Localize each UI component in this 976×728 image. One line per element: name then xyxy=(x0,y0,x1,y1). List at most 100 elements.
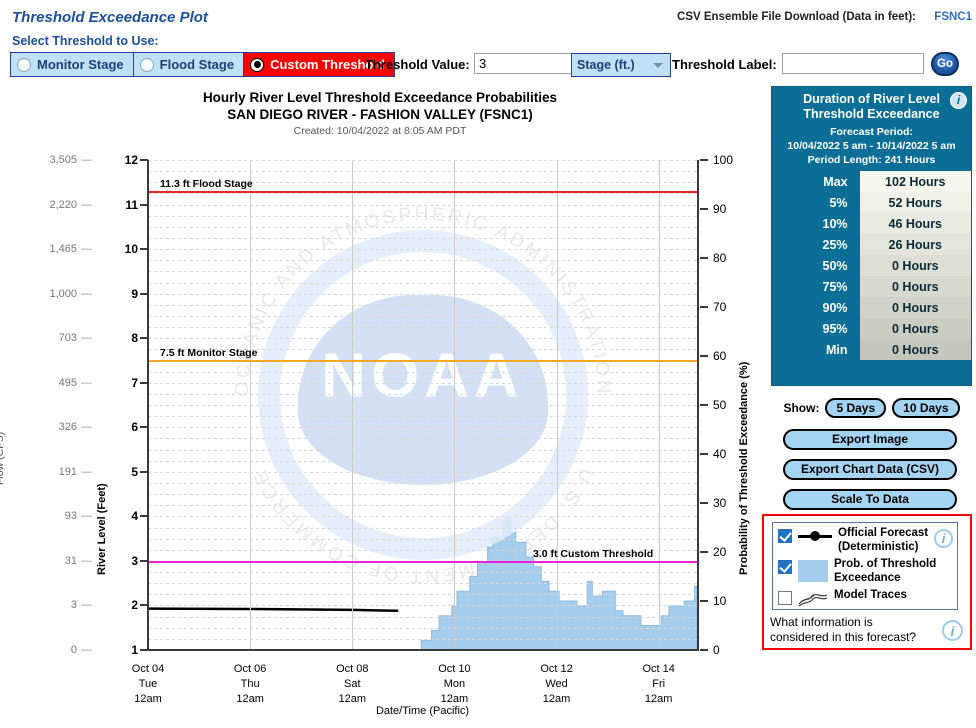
x-tick-time: 12am xyxy=(644,693,673,705)
export-image-button[interactable]: Export Image xyxy=(783,429,957,450)
unit-select[interactable]: Stage (ft.) xyxy=(571,53,671,77)
csv-download-link[interactable]: FSNC1 xyxy=(934,11,972,23)
duration-row: 75% 0 Hours xyxy=(772,276,971,297)
go-button[interactable]: Go xyxy=(931,52,959,76)
x-tick-time: 12am xyxy=(236,693,264,705)
gridline-horizontal xyxy=(148,371,697,373)
probability-tick-20: 20 xyxy=(713,545,727,559)
flow-tick-93: 93— xyxy=(64,510,92,523)
threshold-label-flood-stage: 11.3 ft Flood Stage xyxy=(160,178,253,191)
river-level-tick-4: 4 xyxy=(131,509,138,524)
duration-row-key: 95% xyxy=(822,321,848,336)
flow-tick-31: 31— xyxy=(64,554,92,567)
flow-tick-2,220: 2,220— xyxy=(49,198,92,211)
tick-mark xyxy=(700,306,708,308)
forecast-info-question[interactable]: What information is considered in this f… xyxy=(770,615,930,645)
tick-mark xyxy=(700,159,708,161)
show-5-days-button[interactable]: 5 Days xyxy=(825,398,887,418)
export-chart-data-button[interactable]: Export Chart Data (CSV) xyxy=(783,459,957,480)
info-icon[interactable]: i xyxy=(942,620,963,641)
gridline-horizontal xyxy=(148,471,697,473)
info-icon[interactable]: i xyxy=(934,529,953,548)
flow-tick-703: 703— xyxy=(58,332,92,345)
probability-tick-60: 60 xyxy=(713,349,727,363)
probability-tick-40: 40 xyxy=(713,447,727,461)
gridline-horizontal xyxy=(148,516,697,518)
gridline-horizontal xyxy=(148,282,697,284)
gridline-horizontal xyxy=(148,449,697,451)
duration-row: 90% 0 Hours xyxy=(772,297,971,318)
radio-monitor-stage[interactable]: Monitor Stage xyxy=(10,52,134,77)
gridline-horizontal xyxy=(148,605,697,607)
gridline-horizontal xyxy=(148,382,697,384)
threshold-label-custom-threshold: 3.0 ft Custom Threshold xyxy=(533,547,654,560)
radio-flood-stage[interactable]: Flood Stage xyxy=(133,52,245,77)
gridline-horizontal xyxy=(148,627,697,629)
show-10-days-button[interactable]: 10 Days xyxy=(892,398,960,418)
chart-plot: Flow (CFS) River Level (Feet) Probabilit… xyxy=(0,145,770,728)
probability-tick-50: 50 xyxy=(713,398,727,412)
axis-label-probability: Probability of Threshold Exceedance (%) xyxy=(738,361,750,575)
legend-items: Official Forecast (Deterministic) Prob. … xyxy=(772,522,958,610)
duration-row-value: 0 Hours xyxy=(859,255,971,276)
duration-row-value: 26 Hours xyxy=(859,234,971,255)
duration-row: Max 102 Hours xyxy=(772,171,971,192)
duration-row: 50% 0 Hours xyxy=(772,255,971,276)
axis-label-datetime: Date/Time (Pacific) xyxy=(375,705,470,717)
threshold-value-input[interactable] xyxy=(474,53,576,74)
tick-mark xyxy=(700,453,708,455)
tick-mark xyxy=(700,649,708,651)
x-tick-day: Wed xyxy=(545,678,568,690)
csv-download-label: CSV Ensemble File Download (Data in feet… xyxy=(677,11,916,23)
flow-tick-326: 326— xyxy=(58,421,92,434)
tick-mark xyxy=(700,551,708,553)
legend-checkbox[interactable] xyxy=(778,560,792,574)
x-tick-date: Oct 10 xyxy=(438,663,471,675)
threshold-label-monitor-stage: 7.5 ft Monitor Stage xyxy=(160,347,258,360)
bottom-axis-spine xyxy=(147,649,699,651)
x-tick-time: 12am xyxy=(338,693,367,705)
tick-mark xyxy=(700,355,708,357)
x-tick-day: Thu xyxy=(240,678,260,690)
show-row: Show: 5 Days 10 Days xyxy=(771,398,972,418)
duration-row-key: Min xyxy=(826,342,848,357)
gridline-horizontal xyxy=(148,438,697,440)
tick-mark xyxy=(700,404,708,406)
scale-to-data-button[interactable]: Scale To Data xyxy=(783,489,957,510)
legend-checkbox[interactable] xyxy=(778,529,792,543)
radio-monitor-stage-label: Monitor Stage xyxy=(37,57,124,72)
threshold-line-monitor-stage xyxy=(148,360,697,363)
gridline-horizontal xyxy=(148,527,697,529)
forecast-period-label: Forecast Period: xyxy=(830,126,913,138)
duration-panel: Duration of River Level Threshold Exceed… xyxy=(771,86,972,386)
flow-tick-495: 495— xyxy=(58,376,92,389)
legend-box: Official Forecast (Deterministic) Prob. … xyxy=(762,514,972,650)
flow-tick-0: 0— xyxy=(70,644,92,656)
duration-row-key: Max xyxy=(823,174,848,189)
gridline-horizontal xyxy=(148,416,697,418)
probability-tick-30: 30 xyxy=(713,496,727,510)
gridline-horizontal xyxy=(148,193,697,195)
legend-item-prob-exceedance[interactable]: Prob. of Threshold Exceedance xyxy=(773,554,957,585)
legend-item-model-traces[interactable]: Model Traces xyxy=(773,585,957,607)
legend-item-official-forecast[interactable]: Official Forecast (Deterministic) xyxy=(773,523,957,554)
gridline-horizontal xyxy=(148,160,697,161)
duration-panel-title-line2: Threshold Exceedance xyxy=(803,107,940,121)
axis-label-river-level: River Level (Feet) xyxy=(96,483,108,575)
x-tick-time: 12am xyxy=(542,693,571,705)
legend-checkbox[interactable] xyxy=(778,591,792,605)
duration-row-value: 0 Hours xyxy=(859,339,971,360)
duration-row-value: 52 Hours xyxy=(859,192,971,213)
threshold-label-input[interactable] xyxy=(782,53,924,74)
right-axis-spine xyxy=(697,160,699,651)
legend-label: Model Traces xyxy=(834,589,907,601)
gridline-horizontal xyxy=(148,226,697,228)
gridline-horizontal xyxy=(148,494,697,496)
gridline-horizontal xyxy=(148,215,697,217)
info-icon[interactable]: i xyxy=(950,92,967,109)
gridline-horizontal xyxy=(148,393,697,395)
duration-row: 5% 52 Hours xyxy=(772,192,971,213)
radio-dot-icon xyxy=(139,57,154,72)
x-axis-tick: Oct 04 Tue 12am xyxy=(132,662,164,707)
select-threshold-label: Select Threshold to Use: xyxy=(12,34,159,48)
